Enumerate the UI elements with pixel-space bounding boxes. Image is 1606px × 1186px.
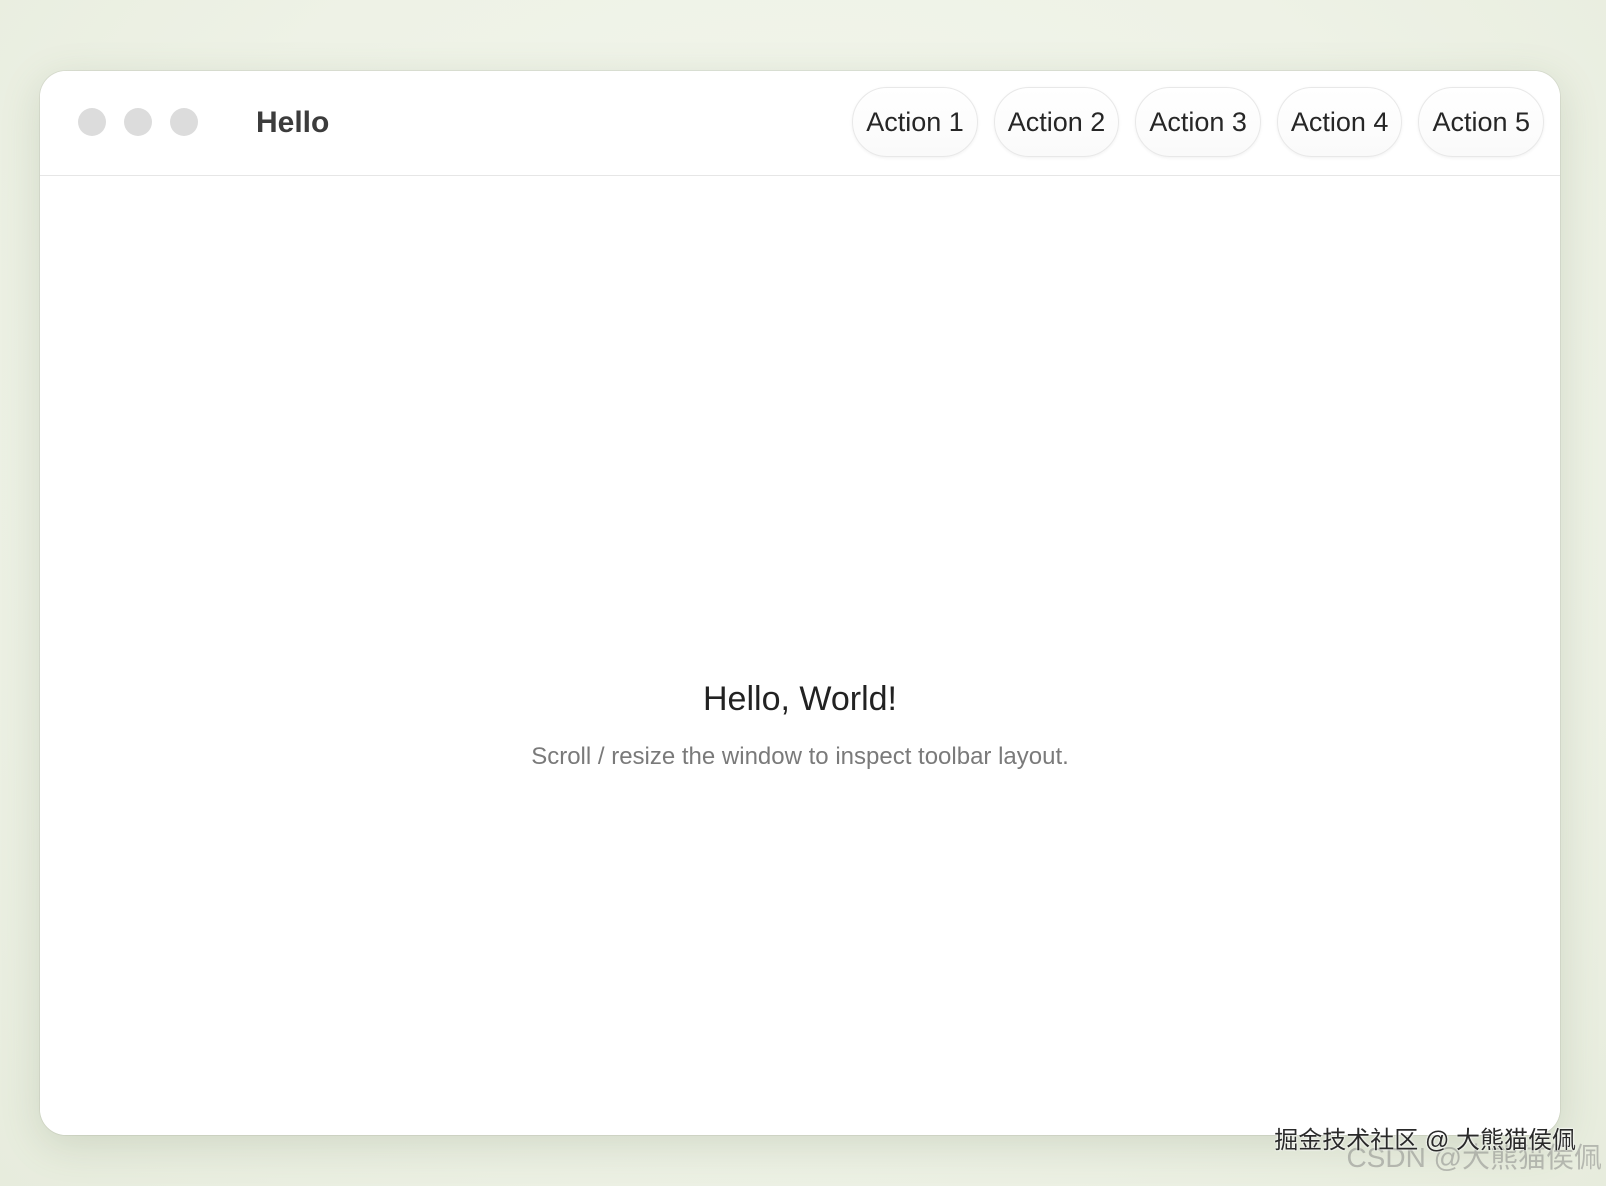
action-5-button[interactable]: Action 5: [1418, 87, 1544, 157]
window-title: Hello: [256, 106, 330, 139]
action-1-button[interactable]: Action 1: [852, 87, 978, 157]
zoom-window-button[interactable]: [170, 108, 198, 136]
watermark-primary: 掘金技术社区 @ 大熊猫侯佩: [1274, 1127, 1576, 1154]
content-area[interactable]: Hello, World! Scroll / resize the window…: [40, 176, 1560, 1135]
action-4-button[interactable]: Action 4: [1276, 87, 1403, 157]
minimize-window-button[interactable]: [124, 108, 152, 136]
headline: Hello, World!: [703, 680, 897, 718]
subline: Scroll / resize the window to inspect to…: [531, 743, 1069, 770]
action-2-button[interactable]: Action 2: [993, 87, 1120, 157]
app-window: Hello Action 1 Action 2 Action 3 Action …: [40, 71, 1560, 1135]
action-3-button[interactable]: Action 3: [1135, 87, 1261, 157]
toolbar: Action 1 Action 2 Action 3 Action 4 Acti…: [852, 87, 1544, 157]
close-window-button[interactable]: [78, 108, 106, 136]
title-bar[interactable]: Hello Action 1 Action 2 Action 3 Action …: [40, 71, 1560, 176]
